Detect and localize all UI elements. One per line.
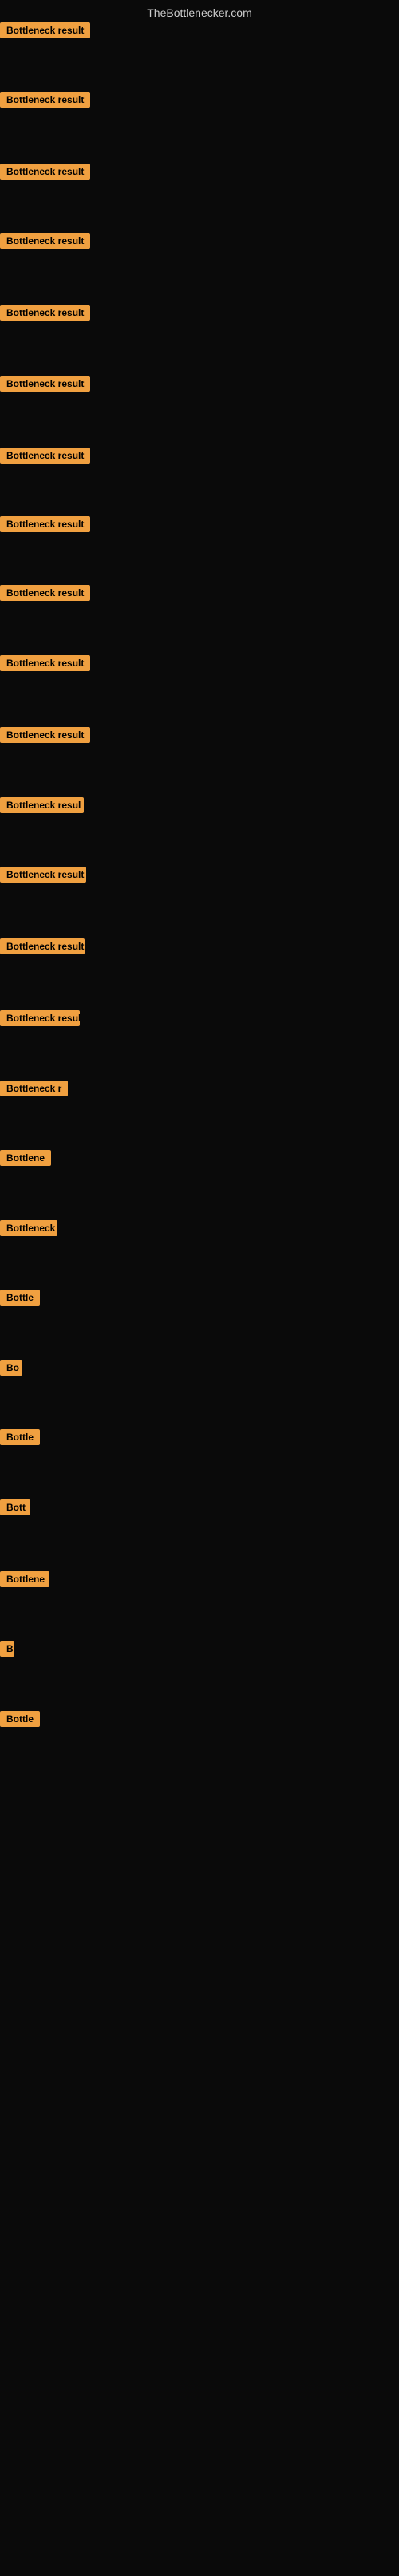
- bottleneck-result-row: Bottleneck result: [0, 585, 90, 605]
- bottleneck-result-row: Bottle: [0, 1290, 40, 1310]
- bottleneck-badge-10[interactable]: Bottleneck result: [0, 655, 90, 671]
- bottleneck-badge-17[interactable]: Bottlene: [0, 1150, 51, 1166]
- site-title: TheBottlenecker.com: [0, 0, 399, 22]
- bottleneck-result-row: Bottleneck result: [0, 938, 85, 958]
- bottleneck-result-row: Bottleneck resul: [0, 1010, 80, 1030]
- bottleneck-badge-2[interactable]: Bottleneck result: [0, 92, 90, 108]
- bottleneck-badge-24[interactable]: B: [0, 1641, 14, 1657]
- bottleneck-badge-23[interactable]: Bottlene: [0, 1571, 49, 1587]
- bottleneck-result-row: Bottleneck result: [0, 233, 90, 253]
- bottleneck-badge-4[interactable]: Bottleneck result: [0, 233, 90, 249]
- bottleneck-result-row: Bottleneck result: [0, 376, 90, 396]
- bottleneck-result-row: Bottleneck r: [0, 1081, 68, 1100]
- bottleneck-result-row: Bottleneck result: [0, 867, 86, 887]
- bottleneck-badge-19[interactable]: Bottle: [0, 1290, 40, 1306]
- bottleneck-badge-25[interactable]: Bottle: [0, 1711, 40, 1727]
- bottleneck-result-row: Bottleneck result: [0, 727, 90, 747]
- bottleneck-badge-16[interactable]: Bottleneck r: [0, 1081, 68, 1096]
- bottleneck-badge-12[interactable]: Bottleneck resul: [0, 797, 84, 813]
- bottleneck-badge-22[interactable]: Bott: [0, 1499, 30, 1515]
- bottleneck-result-row: Bottlene: [0, 1571, 49, 1591]
- bottleneck-badge-1[interactable]: Bottleneck result: [0, 22, 90, 38]
- bottleneck-result-row: Bottleneck result: [0, 92, 90, 112]
- bottleneck-badge-20[interactable]: Bo: [0, 1360, 22, 1376]
- bottleneck-result-row: Bott: [0, 1499, 30, 1519]
- bottleneck-result-row: Bottleneck resul: [0, 797, 84, 817]
- bottleneck-badge-6[interactable]: Bottleneck result: [0, 376, 90, 392]
- bottleneck-result-row: Bottle: [0, 1711, 40, 1731]
- bottleneck-badge-13[interactable]: Bottleneck result: [0, 867, 86, 883]
- bottleneck-result-row: Bottle: [0, 1429, 40, 1449]
- bottleneck-result-row: Bo: [0, 1360, 22, 1380]
- bottleneck-result-row: Bottleneck result: [0, 22, 90, 42]
- bottleneck-result-row: Bottleneck result: [0, 305, 90, 325]
- bottleneck-badge-21[interactable]: Bottle: [0, 1429, 40, 1445]
- bottleneck-result-row: Bottleneck result: [0, 164, 90, 184]
- bottleneck-badge-8[interactable]: Bottleneck result: [0, 516, 90, 532]
- bottleneck-badge-14[interactable]: Bottleneck result: [0, 938, 85, 954]
- bottleneck-result-row: Bottleneck result: [0, 655, 90, 675]
- bottleneck-badge-15[interactable]: Bottleneck resul: [0, 1010, 80, 1026]
- bottleneck-result-row: Bottleneck: [0, 1220, 57, 1240]
- bottleneck-result-row: Bottleneck result: [0, 516, 90, 536]
- bottleneck-result-row: Bottleneck result: [0, 448, 90, 468]
- bottleneck-badge-18[interactable]: Bottleneck: [0, 1220, 57, 1236]
- bottleneck-badge-5[interactable]: Bottleneck result: [0, 305, 90, 321]
- bottleneck-result-row: B: [0, 1641, 14, 1661]
- bottleneck-badge-3[interactable]: Bottleneck result: [0, 164, 90, 180]
- bottleneck-result-row: Bottlene: [0, 1150, 51, 1170]
- bottleneck-badge-7[interactable]: Bottleneck result: [0, 448, 90, 464]
- bottleneck-badge-11[interactable]: Bottleneck result: [0, 727, 90, 743]
- bottleneck-badge-9[interactable]: Bottleneck result: [0, 585, 90, 601]
